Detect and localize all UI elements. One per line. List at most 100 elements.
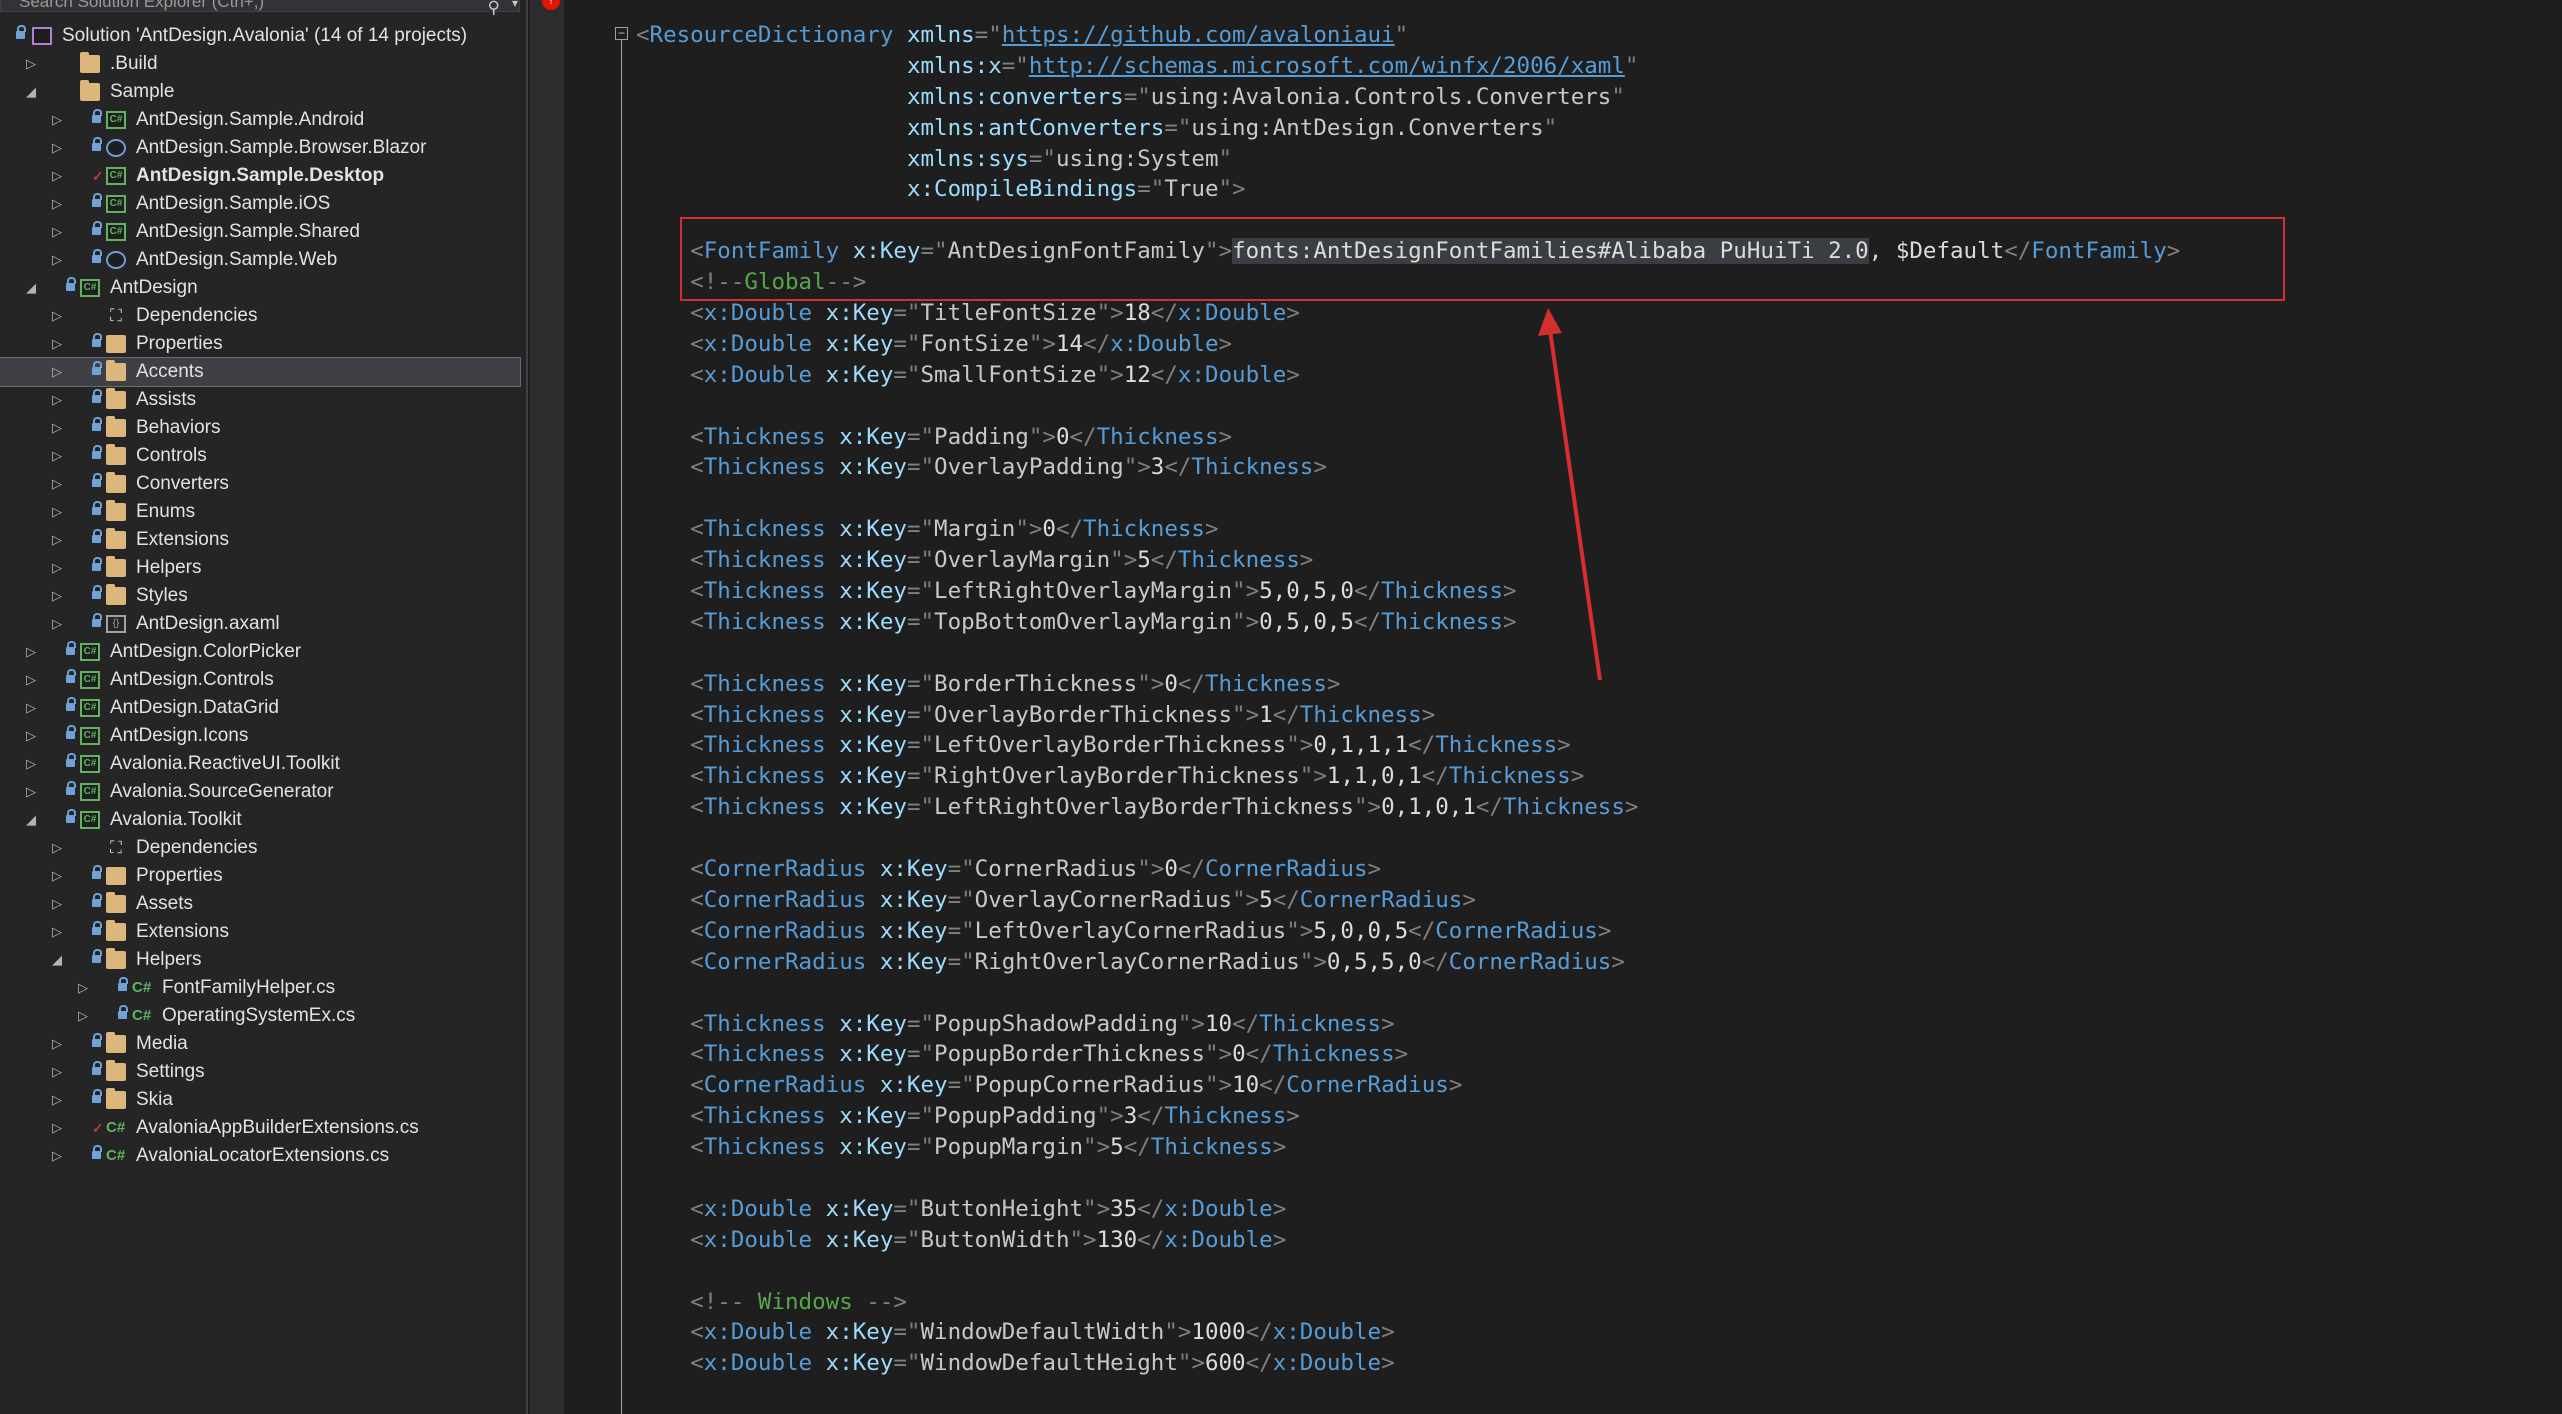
code-line[interactable]: <x:Double x:Key="SmallFontSize">12</x:Do… [636,360,2180,391]
code-line[interactable]: <CornerRadius x:Key="CornerRadius">0</Co… [636,854,2180,885]
expand-arrow-icon[interactable]: ▷ [50,330,64,358]
code-line[interactable] [636,1256,2180,1287]
tree-item[interactable]: ▷ C# AntDesign.Sample.Shared [0,218,520,246]
tree-item[interactable]: ▷ C# AntDesign.Controls [0,666,520,694]
code-line[interactable]: <x:Double x:Key="ButtonHeight">35</x:Dou… [636,1194,2180,1225]
tree-item[interactable]: ▷ Assets [0,890,520,918]
expand-arrow-icon[interactable]: ▷ [50,582,64,610]
expand-arrow-icon[interactable]: ▷ [50,1114,64,1142]
code-line[interactable]: <CornerRadius x:Key="RightOverlayCornerR… [636,947,2180,978]
expand-arrow-icon[interactable]: ▷ [24,722,38,750]
expand-arrow-icon[interactable]: ▷ [50,386,64,414]
tree-item[interactable]: ▷ C# OperatingSystemEx.cs [0,1002,520,1030]
code-line[interactable]: <Thickness x:Key="RightOverlayBorderThic… [636,761,2180,792]
code-line[interactable]: xmlns:antConverters="using:AntDesign.Con… [636,113,2180,144]
tree-item[interactable]: ▷ C# FontFamilyHelper.cs [0,974,520,1002]
tree-item[interactable]: ◢ C# AntDesign [0,274,520,302]
collapse-arrow-icon[interactable]: ◢ [50,946,64,974]
tree-item[interactable]: ▷ Behaviors [0,414,520,442]
tree-item[interactable]: ▷ Helpers [0,554,520,582]
tree-item[interactable]: ▷ Converters [0,470,520,498]
code-line[interactable]: xmlns:sys="using:System" [636,144,2180,175]
tree-item[interactable]: ▷ ⛶ Dependencies [0,834,520,862]
tree-item[interactable]: ▷ Accents [0,357,521,387]
expand-arrow-icon[interactable]: ▷ [50,554,64,582]
code-line[interactable]: <Thickness x:Key="BorderThickness">0</Th… [636,669,2180,700]
code-line[interactable]: <Thickness x:Key="OverlayMargin">5</Thic… [636,545,2180,576]
code-line[interactable]: <Thickness x:Key="OverlayPadding">3</Thi… [636,452,2180,483]
expand-arrow-icon[interactable]: ▷ [24,638,38,666]
tree-item[interactable]: ▷ AntDesign.Sample.Web [0,246,520,274]
tree-item[interactable]: ▷ Enums [0,498,520,526]
expand-arrow-icon[interactable]: ▷ [50,862,64,890]
expand-arrow-icon[interactable]: ▷ [50,358,64,386]
expand-arrow-icon[interactable]: ▷ [50,890,64,918]
tree-item[interactable]: ▷ Extensions [0,526,520,554]
expand-arrow-icon[interactable]: ▷ [50,1058,64,1086]
expand-arrow-icon[interactable]: ▷ [24,778,38,806]
code-line[interactable]: <x:Double x:Key="ButtonWidth">130</x:Dou… [636,1225,2180,1256]
code-line[interactable]: <Thickness x:Key="Padding">0</Thickness> [636,422,2180,453]
code-line[interactable]: x:CompileBindings="True"> [636,174,2180,205]
code-line[interactable] [636,823,2180,854]
code-line[interactable]: <Thickness x:Key="TopBottomOverlayMargin… [636,607,2180,638]
tree-item[interactable]: ▷ C# AntDesign.Sample.Android [0,106,520,134]
expand-arrow-icon[interactable]: ▷ [50,834,64,862]
tree-item[interactable]: ▷ ✓ C# AvaloniaAppBuilderExtensions.cs [0,1114,520,1142]
code-line[interactable]: <ResourceDictionary xmlns="https://githu… [636,20,2180,51]
code-line[interactable] [636,1163,2180,1194]
code-line[interactable]: <x:Double x:Key="FontSize">14</x:Double> [636,329,2180,360]
code-link[interactable]: https://github.com/avaloniaui [1002,22,1395,48]
code-line[interactable]: <Thickness x:Key="LeftOverlayBorderThick… [636,730,2180,761]
tree-item[interactable]: ▷ Extensions [0,918,520,946]
tree-item[interactable]: ▷ C# AntDesign.Sample.iOS [0,190,520,218]
code-line[interactable]: <Thickness x:Key="PopupMargin">5</Thickn… [636,1132,2180,1163]
code-line[interactable] [636,638,2180,669]
search-input[interactable]: Search Solution Explorer (Ctrl+;) [0,0,520,12]
tree-item[interactable]: ▷ C# AntDesign.Icons [0,722,520,750]
collapse-arrow-icon[interactable]: ◢ [24,78,38,106]
expand-arrow-icon[interactable]: ▷ [50,610,64,638]
code-line[interactable]: <CornerRadius x:Key="OverlayCornerRadius… [636,885,2180,916]
expand-arrow-icon[interactable]: ▷ [50,414,64,442]
tree-item[interactable]: ▷ C# AntDesign.DataGrid [0,694,520,722]
tree-item[interactable]: ▷ ✓ C# AntDesign.Sample.Desktop [0,162,520,190]
expand-arrow-icon[interactable]: ▷ [24,694,38,722]
code-line[interactable]: <Thickness x:Key="OverlayBorderThickness… [636,700,2180,731]
tree-item[interactable]: ▷ Properties [0,330,520,358]
collapse-icon[interactable]: − [615,27,628,40]
expand-arrow-icon[interactable]: ▷ [50,526,64,554]
expand-arrow-icon[interactable]: ▷ [50,470,64,498]
code-line[interactable]: <!-- Windows --> [636,1287,2180,1318]
tree-item[interactable]: ▷ C# Avalonia.ReactiveUI.Toolkit [0,750,520,778]
tree-item[interactable]: ◢ Sample [0,78,520,106]
tree-item[interactable]: ▷ Controls [0,442,520,470]
expand-arrow-icon[interactable]: ▷ [50,498,64,526]
expand-arrow-icon[interactable]: ▷ [76,1002,90,1030]
tree-item[interactable]: ▷ Settings [0,1058,520,1086]
code-line[interactable]: xmlns:x="http://schemas.microsoft.com/wi… [636,51,2180,82]
expand-arrow-icon[interactable]: ▷ [24,666,38,694]
tree-item[interactable]: ▷ C# Avalonia.SourceGenerator [0,778,520,806]
code-line[interactable]: <x:Double x:Key="WindowDefaultHeight">60… [636,1348,2180,1379]
code-line[interactable]: <Thickness x:Key="PopupShadowPadding">10… [636,1009,2180,1040]
expand-arrow-icon[interactable]: ▷ [24,750,38,778]
collapse-arrow-icon[interactable]: ◢ [24,806,38,834]
code-line[interactable]: xmlns:converters="using:Avalonia.Control… [636,82,2180,113]
code-line[interactable] [636,391,2180,422]
tree-item[interactable]: ▷ Media [0,1030,520,1058]
code-line[interactable]: <Thickness x:Key="Margin">0</Thickness> [636,514,2180,545]
search-icon[interactable]: ⚲ [488,0,500,18]
vertical-scrollbar[interactable] [530,0,564,1414]
tree-item[interactable]: ◢ Helpers [0,946,520,974]
expand-arrow-icon[interactable]: ▷ [76,974,90,1002]
expand-arrow-icon[interactable]: ▷ [50,918,64,946]
tree-item[interactable]: ▷ Properties [0,862,520,890]
tree-item[interactable]: ◢ C# Avalonia.Toolkit [0,806,520,834]
expand-arrow-icon[interactable]: ▷ [50,246,64,274]
collapse-arrow-icon[interactable]: ◢ [24,274,38,302]
expand-arrow-icon[interactable]: ▷ [50,302,64,330]
tree-item[interactable]: ▷ ⛶ Dependencies [0,302,520,330]
tree-item[interactable]: ▷ C# AntDesign.ColorPicker [0,638,520,666]
code-line[interactable]: <Thickness x:Key="PopupBorderThickness">… [636,1039,2180,1070]
